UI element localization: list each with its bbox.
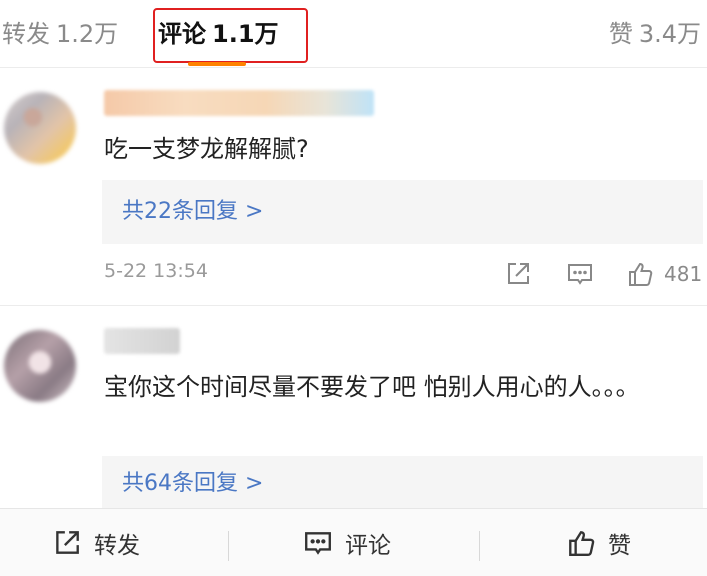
thumbs-up-icon[interactable] [626,260,654,288]
tab-repost-label: 转发 [2,20,50,48]
comment-item: 吃一支梦龙解解腻? 共22条回复 > 5-22 13:54 481 [0,84,707,306]
comment-text: 宝你这个时间尽量不要发了吧 怕别人用心的人。。。 [104,373,640,401]
tab-like[interactable]: 赞 3.4万 [609,14,701,49]
bottom-action-bar: 转发 评论 赞 [0,508,707,576]
comment-meta: 5-22 13:54 481 [0,256,707,292]
reply-summary-link[interactable]: 共64条回复 > [102,456,703,508]
tab-like-label: 赞 [608,20,633,48]
comment-timestamp: 5-22 13:54 [104,260,208,282]
avatar[interactable] [4,92,76,164]
divider [228,531,229,561]
username-blurred[interactable] [104,90,374,116]
username-blurred[interactable] [104,328,180,354]
like-count: 481 [664,262,703,286]
like-button-label: 赞 [608,533,631,559]
tab-like-count: 3.4万 [638,20,701,48]
comment-button-label: 评论 [345,533,391,559]
active-tab-indicator [188,62,246,66]
repost-button-label: 转发 [94,533,140,559]
avatar[interactable] [4,330,76,402]
reply-summary-link[interactable]: 共22条回复 > [102,180,703,244]
share-icon [56,531,79,554]
share-icon[interactable] [504,260,532,288]
tab-repost-count: 1.2万 [56,20,119,48]
comment-icon[interactable] [566,260,594,288]
comment-button[interactable]: 评论 [303,509,391,576]
annotation-highlight-box [153,8,308,63]
comment-item: 宝你这个时间尽量不要发了吧 怕别人用心的人。。。 共64条回复 > [0,322,707,508]
divider [479,531,480,561]
comment-icon [305,532,331,555]
comment-text: 吃一支梦龙解解腻? [104,135,309,163]
repost-button[interactable]: 转发 [52,509,140,576]
like-button[interactable]: 赞 [566,509,631,576]
thumbs-up-icon [569,531,595,556]
tab-bar: 转发 1.2万 评论 1.1万 赞 3.4万 [0,0,707,68]
tab-repost[interactable]: 转发 1.2万 [2,14,118,49]
